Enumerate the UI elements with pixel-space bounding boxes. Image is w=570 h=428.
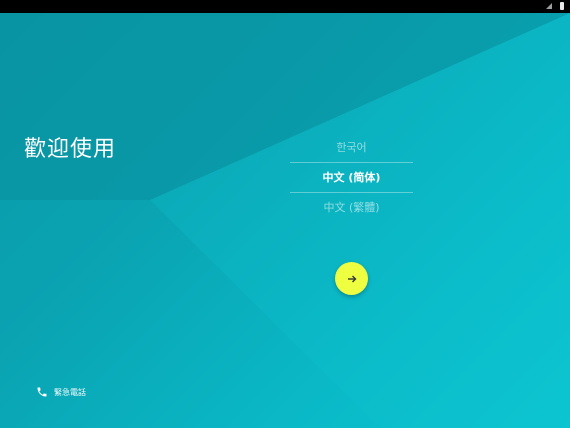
- language-item-korean[interactable]: 한국어: [290, 133, 413, 162]
- emergency-call-label: 緊急電話: [54, 387, 86, 397]
- battery-icon: [560, 2, 564, 10]
- next-button[interactable]: [335, 262, 368, 295]
- language-item-simplified-chinese[interactable]: 中文 (简体): [290, 162, 413, 193]
- language-item-traditional-chinese[interactable]: 中文 (繁體): [290, 193, 413, 222]
- welcome-title: 歡迎使用: [24, 137, 117, 162]
- phone-icon: [37, 387, 47, 397]
- signal-icon: [546, 3, 552, 9]
- status-bar: [0, 0, 570, 13]
- language-list[interactable]: 한국어 中文 (简体) 中文 (繁體): [290, 133, 413, 222]
- background-diagonal-band: [0, 13, 570, 428]
- setup-wizard-screen: 歡迎使用 한국어 中文 (简体) 中文 (繁體) 緊急電話: [0, 0, 570, 428]
- arrow-right-icon: [347, 275, 356, 282]
- emergency-call-button[interactable]: 緊急電話: [36, 386, 86, 398]
